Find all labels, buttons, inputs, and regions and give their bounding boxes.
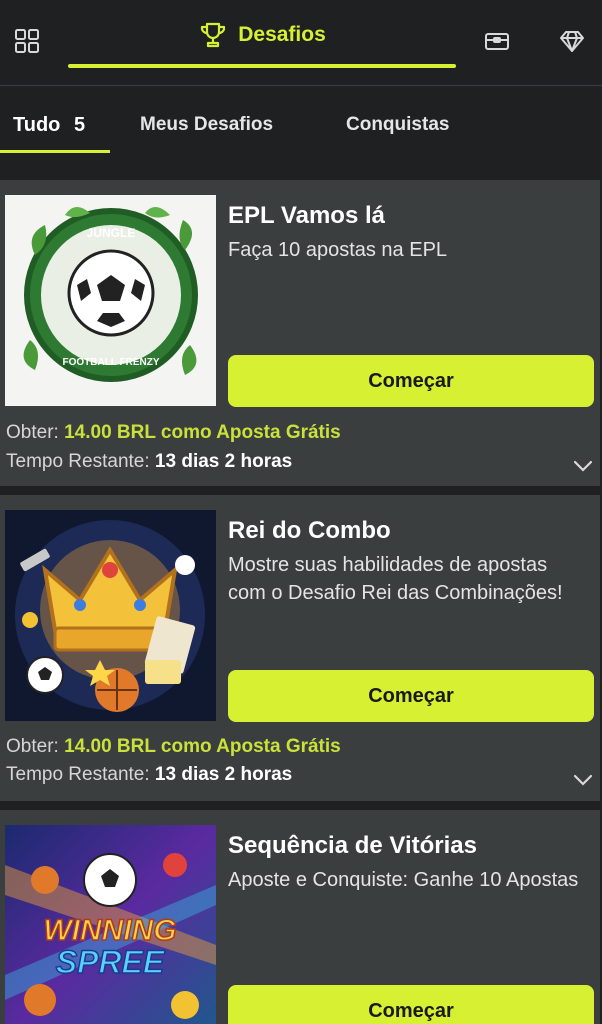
time-remaining-line: Tempo Restante: 13 dias 2 horas xyxy=(6,451,292,473)
chevron-down-icon[interactable] xyxy=(572,459,594,473)
time-remaining-line: Tempo Restante: 13 dias 2 horas xyxy=(6,764,292,786)
reward-label: Obter: xyxy=(6,422,59,443)
challenge-description: Faça 10 apostas na EPL xyxy=(228,239,448,261)
challenge-image-winning-spree: WINNING SPREE xyxy=(5,825,216,1024)
start-button[interactable]: Começar xyxy=(228,355,594,407)
subtab-meus-desafios[interactable]: Meus Desafios xyxy=(140,114,273,136)
subtab-active-underline xyxy=(0,150,110,153)
subtab-tudo[interactable]: Tudo 5 xyxy=(0,86,110,156)
winning-spree-logo-text-top: WINNING xyxy=(43,914,176,947)
subtab-tudo-label: Tudo xyxy=(13,114,61,136)
reward-line: Obter: 14.00 BRL como Aposta Grátis xyxy=(6,736,341,758)
active-tab-underline xyxy=(68,64,456,68)
time-label: Tempo Restante: xyxy=(6,764,150,785)
time-value: 13 dias 2 horas xyxy=(154,764,293,785)
tab-desafios-label: Desafios xyxy=(238,23,326,46)
challenge-card: WINNING SPREE Sequência de Vitórias Apos… xyxy=(0,810,600,1024)
chevron-down-icon[interactable] xyxy=(572,773,594,787)
top-nav-bar: Desafios xyxy=(0,0,602,86)
challenge-title: Rei do Combo xyxy=(228,517,391,544)
time-value: 13 dias 2 horas xyxy=(154,451,293,472)
tab-desafios[interactable]: Desafios xyxy=(68,0,456,70)
jungle-logo-text-top: JUNGLE xyxy=(87,226,136,240)
sub-tabs: Tudo 5 Meus Desafios Conquistas xyxy=(0,86,602,168)
jungle-logo-text-bottom: FOOTBALL FRENZY xyxy=(62,357,159,368)
challenge-description: Mostre suas habilidades de apostas com o… xyxy=(228,554,563,604)
winning-spree-logo-text-bottom: SPREE xyxy=(56,944,166,980)
challenge-card: Rei do Combo Mostre suas habilidades de … xyxy=(0,495,600,801)
challenge-title: Sequência de Vitórias xyxy=(228,832,477,859)
reward-value: 14.00 BRL como Aposta Grátis xyxy=(64,736,341,757)
challenge-image-jungle-football: JUNGLE FOOTBALL FRENZY xyxy=(5,195,216,406)
start-button[interactable]: Começar xyxy=(228,985,594,1024)
trophy-icon xyxy=(198,20,228,50)
start-button[interactable]: Começar xyxy=(228,670,594,722)
reward-value: 14.00 BRL como Aposta Grátis xyxy=(64,422,341,443)
time-label: Tempo Restante: xyxy=(6,451,150,472)
ticket-icon[interactable] xyxy=(482,26,512,56)
reward-label: Obter: xyxy=(6,736,59,757)
challenge-image-combo-king xyxy=(5,510,216,721)
diamond-icon[interactable] xyxy=(557,26,587,56)
challenge-description: Aposte e Conquiste: Ganhe 10 Apostas xyxy=(228,869,579,891)
grid-icon[interactable] xyxy=(12,26,42,56)
subtab-tudo-count: 5 xyxy=(73,114,86,136)
subtab-conquistas[interactable]: Conquistas xyxy=(346,114,449,136)
challenge-card: JUNGLE FOOTBALL FRENZY EPL Vamos lá Faça… xyxy=(0,180,600,486)
challenge-title: EPL Vamos lá xyxy=(228,202,385,229)
reward-line: Obter: 14.00 BRL como Aposta Grátis xyxy=(6,422,341,444)
